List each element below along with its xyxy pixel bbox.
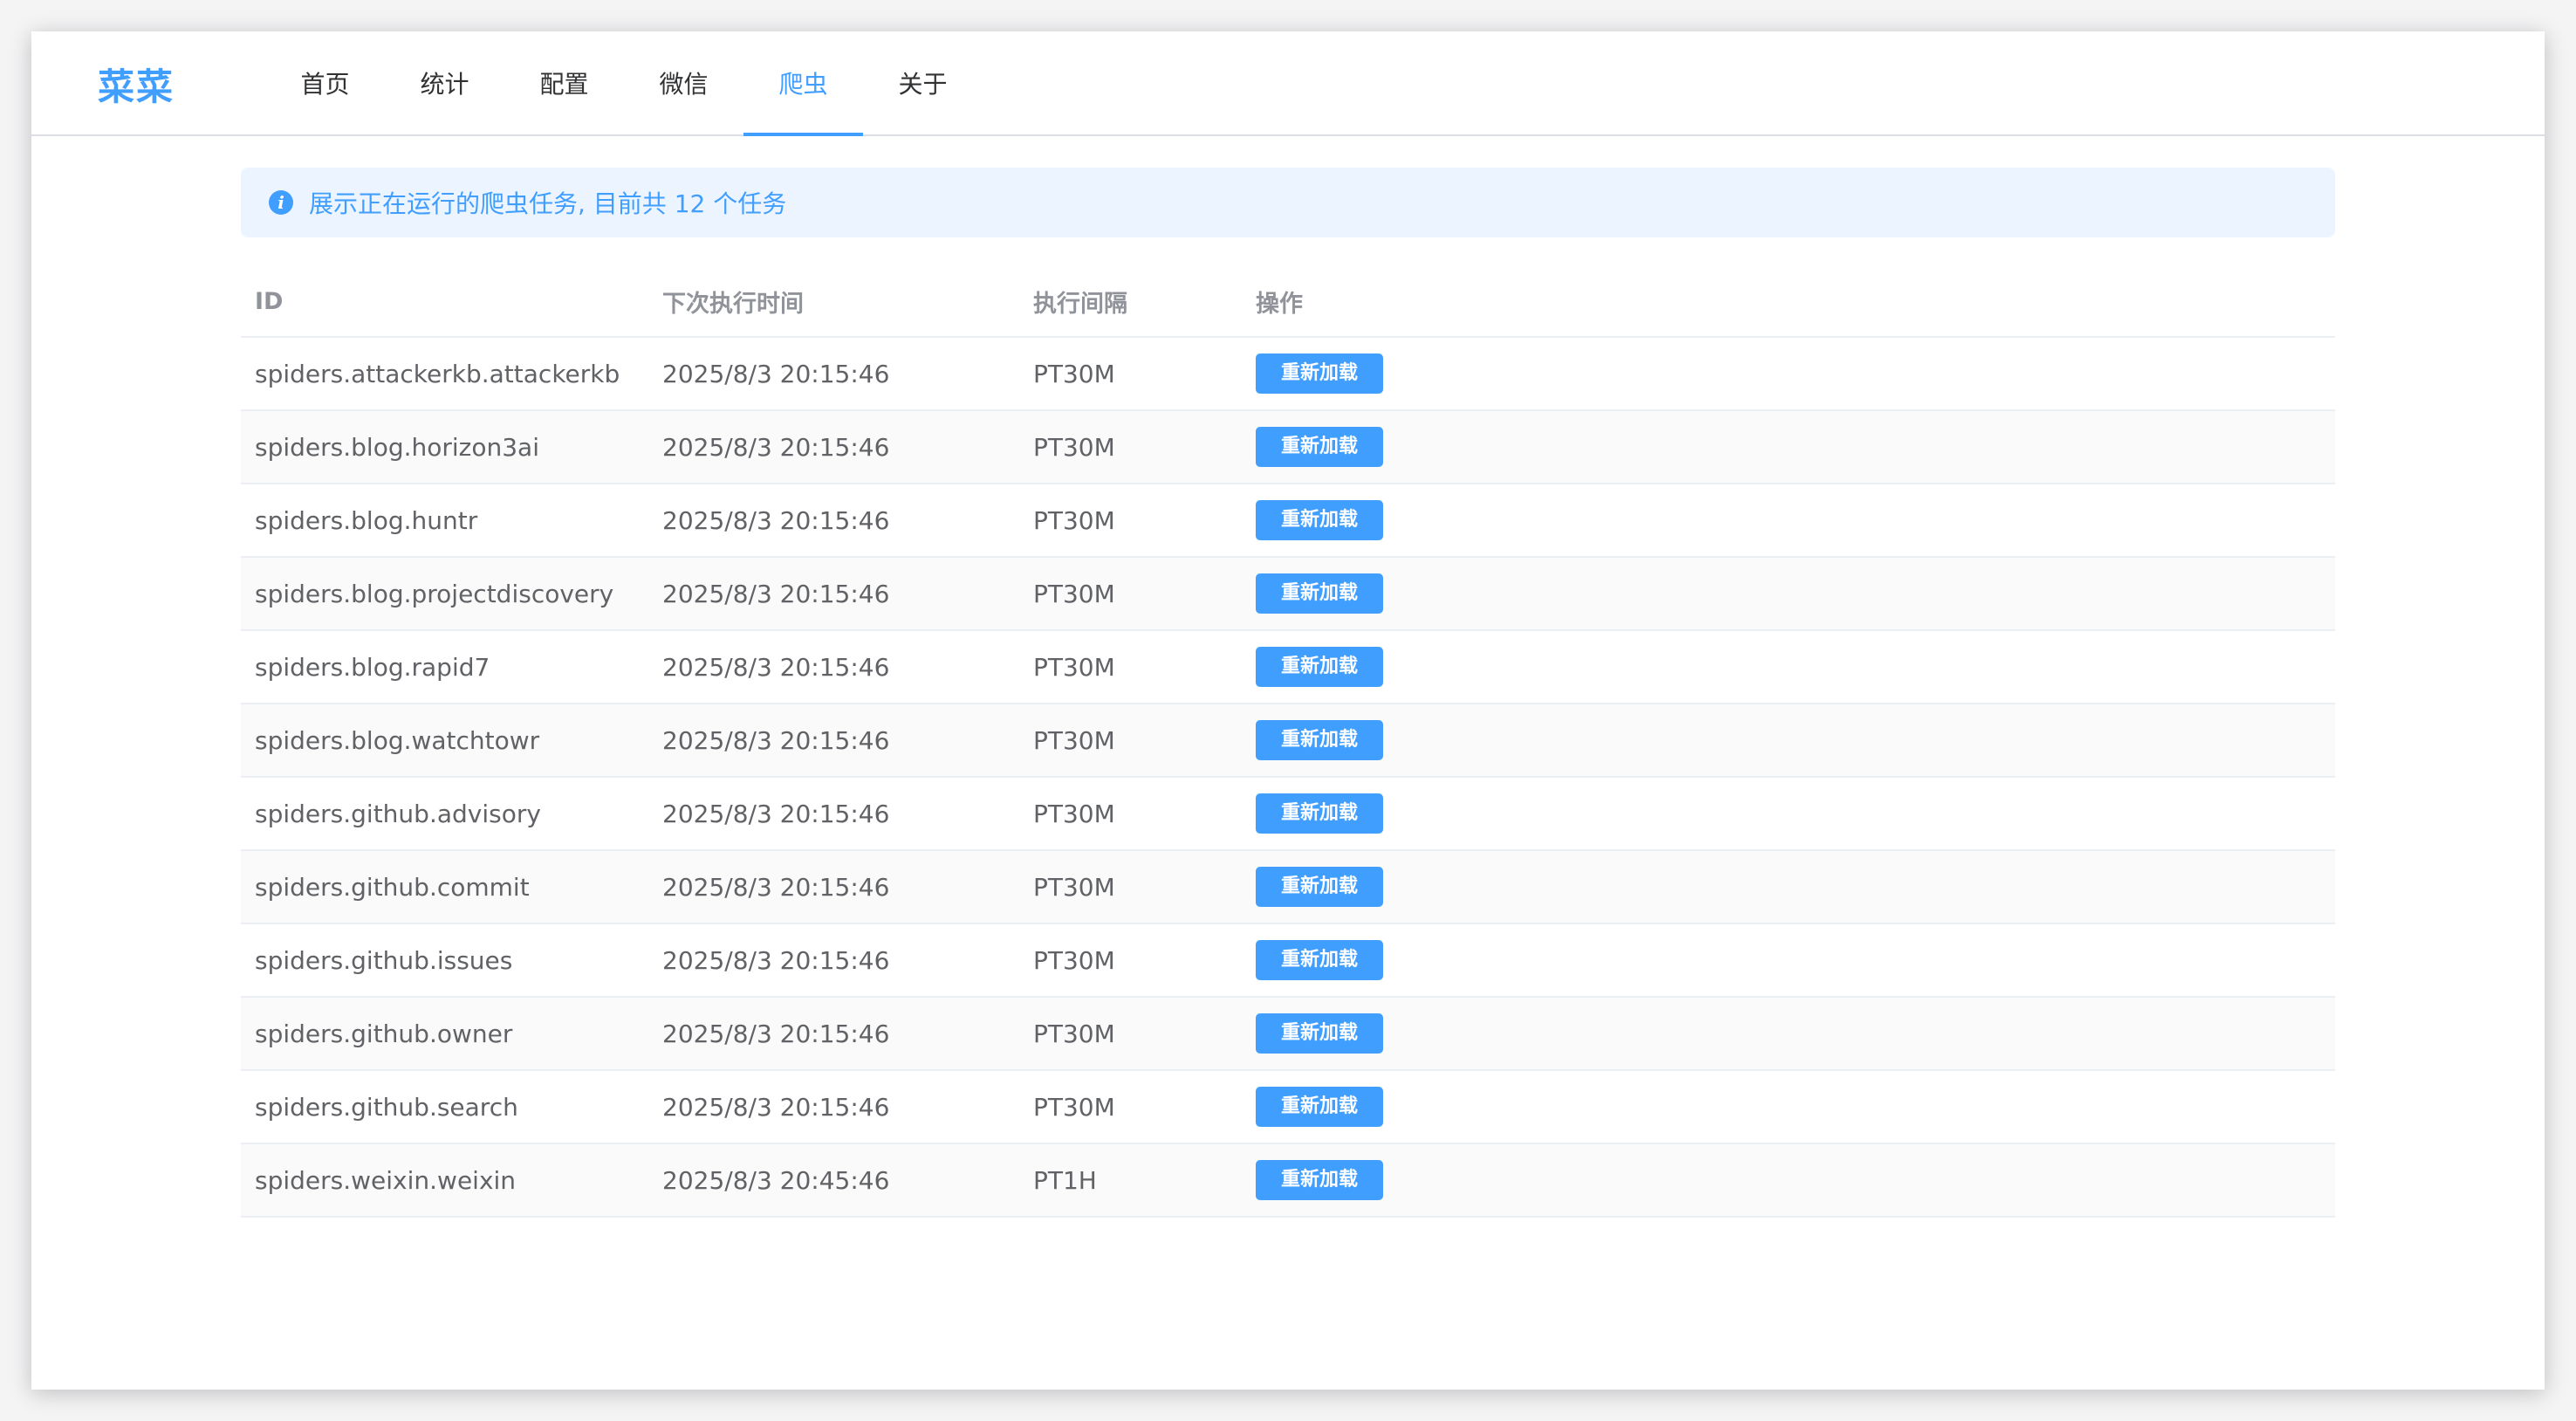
cell-interval: PT30M [1019, 704, 1242, 778]
cell-interval: PT30M [1019, 337, 1242, 411]
reload-button[interactable]: 重新加载 [1256, 720, 1383, 760]
reload-button[interactable]: 重新加载 [1256, 867, 1383, 907]
cell-next-run: 2025/8/3 20:15:46 [648, 410, 1019, 484]
table-row: spiders.blog.projectdiscovery 2025/8/3 20… [241, 557, 2335, 631]
cell-interval: PT30M [1019, 557, 1242, 631]
app-window: 菜菜 首页 统计 配置 微信 爬虫 关于 i 展示正在运行的爬虫任务, 目前共 … [31, 31, 2545, 1390]
nav-item-stats[interactable]: 统计 [385, 31, 504, 134]
cell-interval: PT30M [1019, 997, 1242, 1071]
table-row: spiders.github.advisory 2025/8/3 20:15:46… [241, 777, 2335, 851]
cell-interval: PT30M [1019, 777, 1242, 851]
nav-item-about[interactable]: 关于 [863, 31, 983, 134]
cell-action: 重新加载 [1242, 630, 2335, 704]
cell-interval: PT1H [1019, 1143, 1242, 1218]
column-header-next-run: 下次执行时间 [648, 267, 1019, 338]
cell-job-id: spiders.github.advisory [241, 777, 648, 851]
reload-button[interactable]: 重新加载 [1256, 1087, 1383, 1127]
cell-job-id: spiders.blog.watchtowr [241, 704, 648, 778]
table-row: spiders.blog.huntr 2025/8/3 20:15:46 PT30M… [241, 484, 2335, 558]
cell-interval: PT30M [1019, 630, 1242, 704]
reload-button[interactable]: 重新加载 [1256, 354, 1383, 394]
table-row: spiders.blog.horizon3ai 2025/8/3 20:15:46… [241, 410, 2335, 484]
cell-action: 重新加载 [1242, 557, 2335, 631]
cell-action: 重新加载 [1242, 1143, 2335, 1218]
cell-action: 重新加载 [1242, 923, 2335, 998]
cell-next-run: 2025/8/3 20:15:46 [648, 997, 1019, 1071]
cell-interval: PT30M [1019, 1070, 1242, 1144]
nav-item-spiders[interactable]: 爬虫 [743, 31, 863, 136]
table-row: spiders.github.issues 2025/8/3 20:15:46 PT… [241, 923, 2335, 998]
nav-item-config[interactable]: 配置 [504, 31, 624, 134]
column-header-action: 操作 [1242, 267, 2335, 338]
cell-job-id: spiders.attackerkb.attackerkb [241, 337, 648, 411]
cell-job-id: spiders.blog.huntr [241, 484, 648, 558]
cell-job-id: spiders.github.owner [241, 997, 648, 1071]
cell-next-run: 2025/8/3 20:15:46 [648, 557, 1019, 631]
table-header-row: ID 下次执行时间 执行间隔 操作 [241, 267, 2335, 338]
cell-action: 重新加载 [1242, 410, 2335, 484]
reload-button[interactable]: 重新加载 [1256, 573, 1383, 614]
cell-next-run: 2025/8/3 20:15:46 [648, 484, 1019, 558]
reload-button[interactable]: 重新加载 [1256, 793, 1383, 834]
table-row: spiders.weixin.weixin 2025/8/3 20:45:46 PT… [241, 1143, 2335, 1218]
reload-button[interactable]: 重新加载 [1256, 500, 1383, 540]
column-header-id: ID [241, 267, 648, 338]
cell-job-id: spiders.blog.projectdiscovery [241, 557, 648, 631]
table-row: spiders.blog.rapid7 2025/8/3 20:15:46 PT30… [241, 630, 2335, 704]
top-navbar: 菜菜 首页 统计 配置 微信 爬虫 关于 [31, 31, 2545, 136]
cell-next-run: 2025/8/3 20:15:46 [648, 777, 1019, 851]
reload-button[interactable]: 重新加载 [1256, 647, 1383, 687]
cell-next-run: 2025/8/3 20:15:46 [648, 337, 1019, 411]
spider-jobs-table: ID 下次执行时间 执行间隔 操作 spiders.attackerkb.att… [241, 267, 2335, 1218]
nav-item-home[interactable]: 首页 [265, 31, 385, 134]
alert-text: 展示正在运行的爬虫任务, 目前共 12 个任务 [309, 189, 787, 218]
reload-button[interactable]: 重新加载 [1256, 1160, 1383, 1200]
table-row: spiders.github.search 2025/8/3 20:15:46 PT… [241, 1070, 2335, 1144]
nav-item-wechat[interactable]: 微信 [624, 31, 743, 134]
cell-action: 重新加载 [1242, 997, 2335, 1071]
cell-job-id: spiders.weixin.weixin [241, 1143, 648, 1218]
cell-action: 重新加载 [1242, 850, 2335, 924]
table-row: spiders.github.commit 2025/8/3 20:15:46 PT… [241, 850, 2335, 924]
cell-action: 重新加载 [1242, 1070, 2335, 1144]
cell-job-id: spiders.github.issues [241, 923, 648, 998]
info-icon: i [269, 190, 293, 215]
table-row: spiders.attackerkb.attackerkb 2025/8/3 20… [241, 337, 2335, 411]
cell-job-id: spiders.github.commit [241, 850, 648, 924]
cell-interval: PT30M [1019, 410, 1242, 484]
table-row: spiders.github.owner 2025/8/3 20:15:46 PT3… [241, 997, 2335, 1071]
reload-button[interactable]: 重新加载 [1256, 940, 1383, 980]
cell-job-id: spiders.blog.horizon3ai [241, 410, 648, 484]
cell-next-run: 2025/8/3 20:15:46 [648, 1070, 1019, 1144]
cell-interval: PT30M [1019, 484, 1242, 558]
cell-action: 重新加载 [1242, 777, 2335, 851]
table-body: spiders.attackerkb.attackerkb 2025/8/3 20… [241, 337, 2335, 1218]
cell-next-run: 2025/8/3 20:15:46 [648, 630, 1019, 704]
cell-next-run: 2025/8/3 20:15:46 [648, 704, 1019, 778]
cell-next-run: 2025/8/3 20:15:46 [648, 923, 1019, 998]
reload-button[interactable]: 重新加载 [1256, 1013, 1383, 1054]
info-alert: i 展示正在运行的爬虫任务, 目前共 12 个任务 [241, 168, 2335, 237]
column-header-interval: 执行间隔 [1019, 267, 1242, 338]
cell-action: 重新加载 [1242, 484, 2335, 558]
cell-next-run: 2025/8/3 20:45:46 [648, 1143, 1019, 1218]
cell-interval: PT30M [1019, 850, 1242, 924]
reload-button[interactable]: 重新加载 [1256, 427, 1383, 467]
main-nav: 首页 统计 配置 微信 爬虫 关于 [265, 31, 983, 136]
cell-interval: PT30M [1019, 923, 1242, 998]
table-row: spiders.blog.watchtowr 2025/8/3 20:15:46 P… [241, 704, 2335, 778]
cell-job-id: spiders.github.search [241, 1070, 648, 1144]
cell-action: 重新加载 [1242, 704, 2335, 778]
cell-next-run: 2025/8/3 20:15:46 [648, 850, 1019, 924]
cell-action: 重新加载 [1242, 337, 2335, 411]
app-logo: 菜菜 [98, 65, 175, 108]
cell-job-id: spiders.blog.rapid7 [241, 630, 648, 704]
